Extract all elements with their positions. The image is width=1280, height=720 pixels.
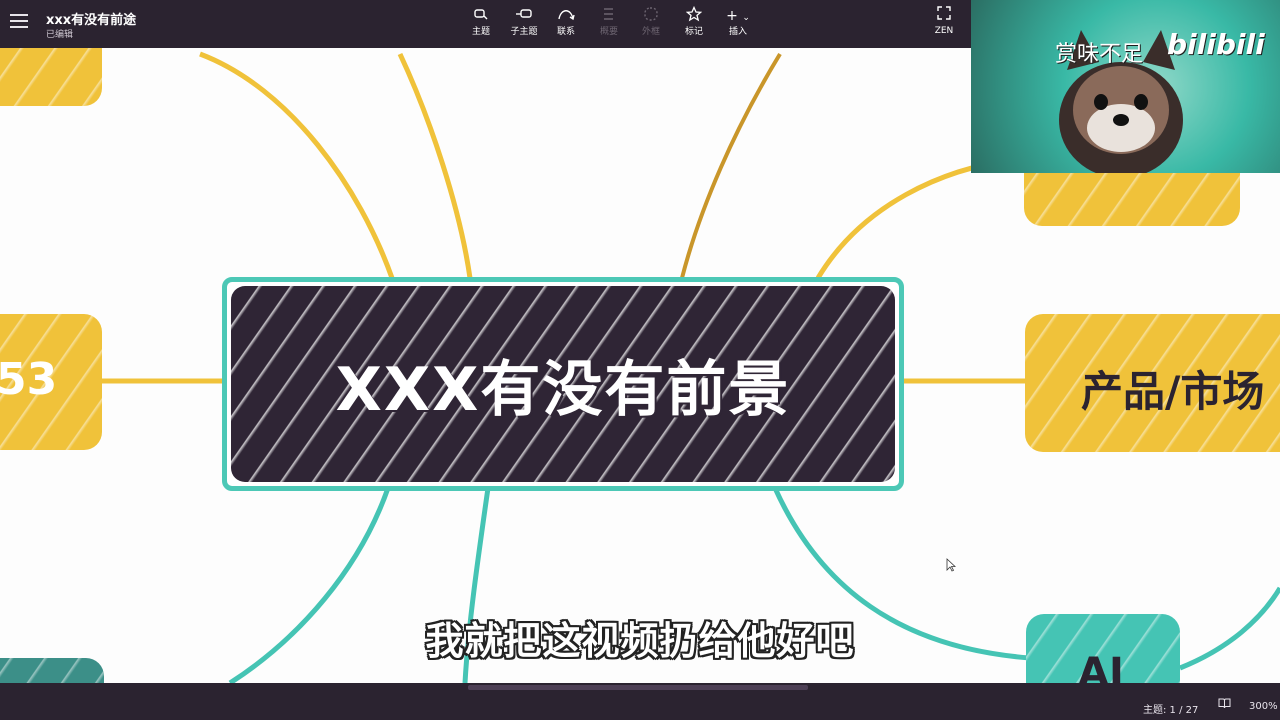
marker-label: 标记	[684, 27, 703, 37]
boundary-label: 外框	[641, 27, 660, 37]
webcam-title: 赏味不足	[1055, 42, 1144, 67]
relationship-label: 联系	[556, 27, 575, 37]
document-title[interactable]: xxx有没有前途	[46, 9, 136, 28]
node-right-middle-label: 产品/市场	[1081, 367, 1265, 416]
central-topic[interactable]: XXX有没有前景	[222, 277, 904, 491]
topic-label: 主题	[471, 27, 490, 37]
summary-button[interactable]: 概要	[589, 6, 629, 38]
branch-line-top-right	[815, 155, 1029, 280]
boundary-icon	[631, 6, 671, 26]
summary-label: 概要	[599, 27, 618, 37]
insert-label: 插入	[728, 27, 747, 37]
topic-button[interactable]: 主题	[461, 6, 501, 38]
node-right-middle[interactable]: 产品/市场	[1025, 314, 1280, 452]
chevron-down-icon: ⌄	[742, 13, 750, 23]
boundary-button[interactable]: 外框	[631, 6, 671, 38]
webcam-overlay: 赏味不足 bilibili	[971, 0, 1280, 173]
topic-count: 主题: 1 / 27	[1143, 705, 1199, 716]
node-left-middle[interactable]: 53	[0, 314, 102, 450]
node-top-left[interactable]	[0, 48, 102, 106]
insert-button[interactable]: + ⌄ 插入	[718, 6, 758, 38]
zoom-level[interactable]: 300%	[1249, 701, 1278, 712]
document-status: 已编辑	[46, 30, 74, 40]
bilibili-logo: bilibili	[1167, 28, 1265, 61]
subtopic-icon	[504, 6, 544, 26]
subtopic-button[interactable]: 子主题	[504, 6, 544, 38]
relationship-button[interactable]: 联系	[546, 6, 586, 38]
summary-icon	[589, 6, 629, 26]
outline-book-icon[interactable]	[1218, 698, 1231, 712]
central-topic-label: XXX有没有前景	[335, 354, 791, 425]
marker-button[interactable]: 标记	[674, 5, 714, 38]
mouse-cursor-icon	[946, 558, 956, 572]
menu-icon[interactable]	[10, 14, 28, 28]
horizontal-scrollbar[interactable]	[468, 685, 808, 690]
node-left-middle-label: 53	[0, 354, 58, 405]
plus-icon: + ⌄	[726, 8, 750, 24]
video-subtitle: 我就把这视频扔给他好吧	[425, 619, 855, 663]
fullscreen-icon	[926, 6, 962, 26]
bottom-status-bar: 主题: 1 / 27 300%	[0, 683, 1280, 720]
star-icon	[674, 5, 714, 26]
branch-line-top-center-right	[680, 52, 782, 279]
mindmap-app: xxx有没有前途 已编辑 主题 子主题 联系 概要 外框 标记 + ⌄ 插入 Z…	[0, 0, 1280, 720]
branch-line-top-center-left	[397, 52, 473, 279]
zen-label: ZEN	[934, 26, 954, 36]
branch-line-top-left	[199, 51, 395, 279]
relationship-icon	[546, 6, 586, 26]
zen-mode-button[interactable]: ZEN	[926, 6, 962, 36]
subtopic-label: 子主题	[510, 27, 538, 37]
topic-icon	[461, 6, 501, 26]
